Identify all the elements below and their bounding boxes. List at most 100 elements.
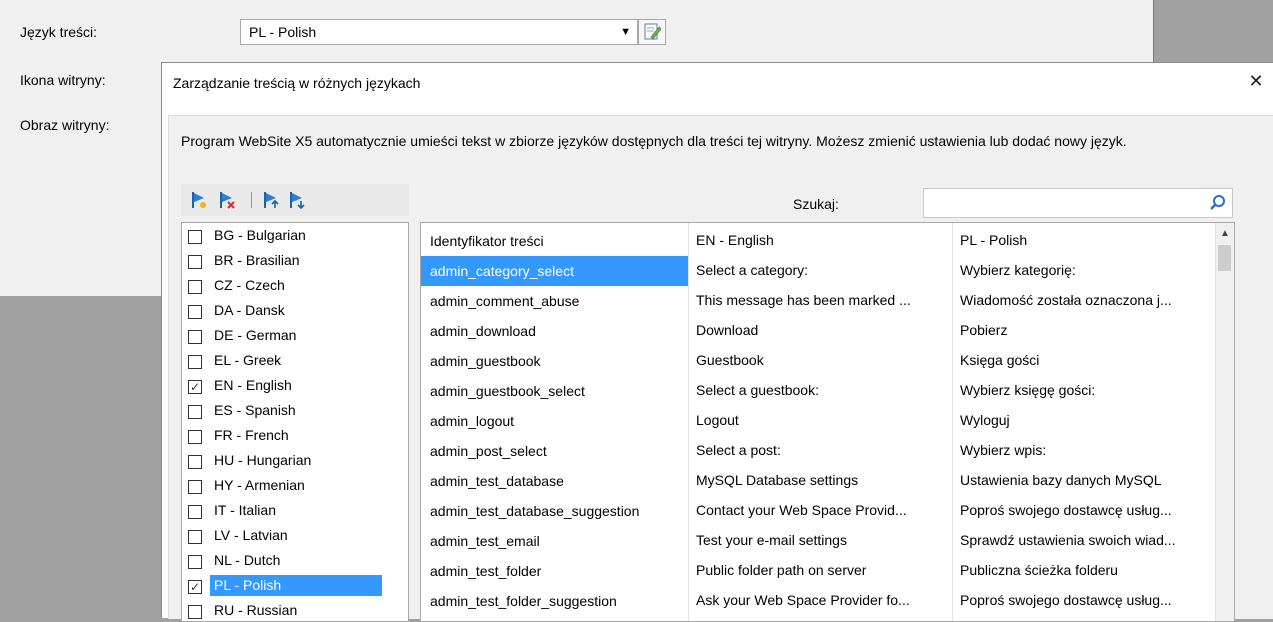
language-checkbox[interactable] bbox=[188, 230, 202, 244]
language-list-item[interactable]: DE - German bbox=[182, 323, 408, 348]
language-label: CZ - Czech bbox=[214, 277, 285, 293]
search-input[interactable] bbox=[923, 188, 1233, 218]
table-cell: admin_guestbook_select bbox=[430, 383, 585, 399]
language-label: FR - French bbox=[214, 427, 289, 443]
language-list-item[interactable]: RU - Russian bbox=[182, 598, 408, 621]
table-row[interactable]: admin_download Download Pobierz bbox=[421, 316, 1216, 346]
table-cell: Test your e-mail settings bbox=[696, 532, 847, 548]
table-row[interactable]: admin_test_folder_suggestion Ask your Web… bbox=[421, 586, 1216, 616]
language-checkbox[interactable] bbox=[188, 530, 202, 544]
table-cell: Wiadomość została oznaczona j... bbox=[960, 292, 1172, 308]
language-list-item[interactable]: HY - Armenian bbox=[182, 473, 408, 498]
language-checkbox[interactable] bbox=[188, 455, 202, 469]
language-checkbox[interactable] bbox=[188, 305, 202, 319]
table-cell: admin_category_select bbox=[421, 256, 688, 286]
language-list-item[interactable]: EL - Greek bbox=[182, 348, 408, 373]
language-label: ES - Spanish bbox=[214, 402, 296, 418]
language-list-item[interactable]: NL - Dutch bbox=[182, 548, 408, 573]
table-cell: Contact your Web Space Provid... bbox=[696, 502, 907, 518]
language-list-item[interactable]: BR - Brasilian bbox=[182, 248, 408, 273]
table-cell: MySQL Database settings bbox=[696, 472, 859, 488]
table-cell: Public folder path on server bbox=[696, 562, 867, 578]
column-header[interactable]: Identyfikator treści bbox=[421, 226, 688, 256]
language-checkbox[interactable]: ✓ bbox=[188, 380, 202, 394]
table-cell: admin_comment_abuse bbox=[430, 293, 580, 309]
table-row[interactable]: admin_guestbook Guestbook Księga gości bbox=[421, 346, 1216, 376]
table-row[interactable]: admin_post_select Select a post: Wybierz w… bbox=[421, 436, 1216, 466]
language-label: HY - Armenian bbox=[214, 477, 305, 493]
table-cell: Wybierz księgę gości: bbox=[960, 382, 1096, 398]
table-row[interactable]: admin_test_folder Public folder path on s… bbox=[421, 556, 1216, 586]
language-list-item[interactable]: ES - Spanish bbox=[182, 398, 408, 423]
close-icon[interactable]: ✕ bbox=[1246, 71, 1266, 91]
remove-language-icon[interactable] bbox=[217, 190, 237, 210]
scroll-up-icon[interactable]: ▲ bbox=[1220, 228, 1230, 239]
language-list[interactable]: BG - Bulgarian BR - Brasilian CZ - Czech DA… bbox=[181, 222, 409, 622]
table-row[interactable]: admin_test_database_suggestion Contact yo… bbox=[421, 496, 1216, 526]
table-cell: Download bbox=[696, 322, 759, 338]
table-header: Identyfikator treści EN - English PL - Pol… bbox=[421, 226, 1216, 256]
language-checkbox[interactable] bbox=[188, 555, 202, 569]
language-checkbox[interactable]: ✓ bbox=[188, 580, 202, 594]
table-cell: Guestbook bbox=[696, 352, 764, 368]
table-cell: Ask your Web Space Provider fo... bbox=[696, 592, 910, 608]
column-header[interactable]: PL - Polish bbox=[960, 232, 1215, 248]
table-row[interactable]: admin_test_database MySQL Database settin… bbox=[421, 466, 1216, 496]
language-checkbox[interactable] bbox=[188, 355, 202, 369]
table-row[interactable]: admin_logout Logout Wyloguj bbox=[421, 406, 1216, 436]
move-down-icon[interactable] bbox=[287, 190, 307, 210]
edit-icon bbox=[644, 23, 662, 40]
language-checkbox[interactable] bbox=[188, 505, 202, 519]
language-checkbox[interactable] bbox=[188, 480, 202, 494]
language-checkbox[interactable] bbox=[188, 430, 202, 444]
language-label: NL - Dutch bbox=[214, 552, 281, 568]
language-list-item[interactable]: BG - Bulgarian bbox=[182, 223, 408, 248]
content-language-label: Język treści: bbox=[20, 24, 98, 40]
language-label: BG - Bulgarian bbox=[214, 227, 306, 243]
table-row[interactable]: admin_guestbook_select Select a guestbook… bbox=[421, 376, 1216, 406]
table-cell: Ustawienia bazy danych MySQL bbox=[960, 472, 1162, 488]
language-list-item[interactable]: CZ - Czech bbox=[182, 273, 408, 298]
add-language-icon[interactable] bbox=[189, 190, 209, 210]
language-list-item[interactable]: DA - Dansk bbox=[182, 298, 408, 323]
content-language-value: PL - Polish bbox=[249, 24, 317, 40]
language-label: EL - Greek bbox=[214, 352, 282, 368]
site-icon-label: Ikona witryny: bbox=[20, 72, 106, 88]
column-header[interactable]: EN - English bbox=[696, 232, 951, 248]
vertical-scrollbar[interactable]: ▲ bbox=[1215, 223, 1234, 621]
table-row[interactable]: admin_category_select Select a category: W… bbox=[421, 256, 1216, 286]
language-label: PL - Polish bbox=[210, 575, 382, 596]
chevron-down-icon: ▼ bbox=[620, 26, 631, 38]
language-list-item[interactable]: ✓ EN - English bbox=[182, 373, 408, 398]
table-row[interactable]: admin_test_email Test your e-mail setting… bbox=[421, 526, 1216, 556]
language-checkbox[interactable] bbox=[188, 280, 202, 294]
table-cell: Poproś swojego dostawcę usług... bbox=[960, 592, 1172, 608]
table-cell: Poproś swojego dostawcę usług... bbox=[960, 502, 1172, 518]
table-cell: Wybierz wpis: bbox=[960, 442, 1047, 458]
backdrop-area bbox=[1153, 0, 1273, 62]
language-checkbox[interactable] bbox=[188, 255, 202, 269]
language-checkbox[interactable] bbox=[188, 330, 202, 344]
language-list-item[interactable]: LV - Latvian bbox=[182, 523, 408, 548]
table-row[interactable]: admin_comment_abuse This message has been… bbox=[421, 286, 1216, 316]
language-management-dialog: Zarządzanie treścią w różnych językach ✕… bbox=[161, 62, 1273, 622]
language-checkbox[interactable] bbox=[188, 405, 202, 419]
edit-language-button[interactable] bbox=[638, 19, 666, 45]
toolbar-separator bbox=[251, 192, 252, 208]
language-list-item[interactable]: HU - Hungarian bbox=[182, 448, 408, 473]
site-image-label: Obraz witryny: bbox=[20, 117, 110, 133]
table-cell: admin_guestbook bbox=[430, 353, 541, 369]
language-label: IT - Italian bbox=[214, 502, 276, 518]
search-label: Szukaj: bbox=[793, 196, 839, 212]
move-up-icon[interactable] bbox=[261, 190, 281, 210]
table-cell: admin_logout bbox=[430, 413, 515, 429]
table-cell: Select a post: bbox=[696, 442, 781, 458]
content-language-select[interactable]: PL - Polish ▼ bbox=[240, 19, 638, 45]
search-icon[interactable] bbox=[1208, 193, 1228, 213]
table-cell: admin_post_select bbox=[430, 443, 547, 459]
language-list-item[interactable]: FR - French bbox=[182, 423, 408, 448]
content-strings-table[interactable]: ▲ Identyfikator treści EN - English PL - P… bbox=[420, 222, 1235, 622]
language-list-item[interactable]: ✓ PL - Polish bbox=[182, 573, 408, 598]
scroll-thumb[interactable] bbox=[1218, 245, 1231, 271]
language-list-item[interactable]: IT - Italian bbox=[182, 498, 408, 523]
